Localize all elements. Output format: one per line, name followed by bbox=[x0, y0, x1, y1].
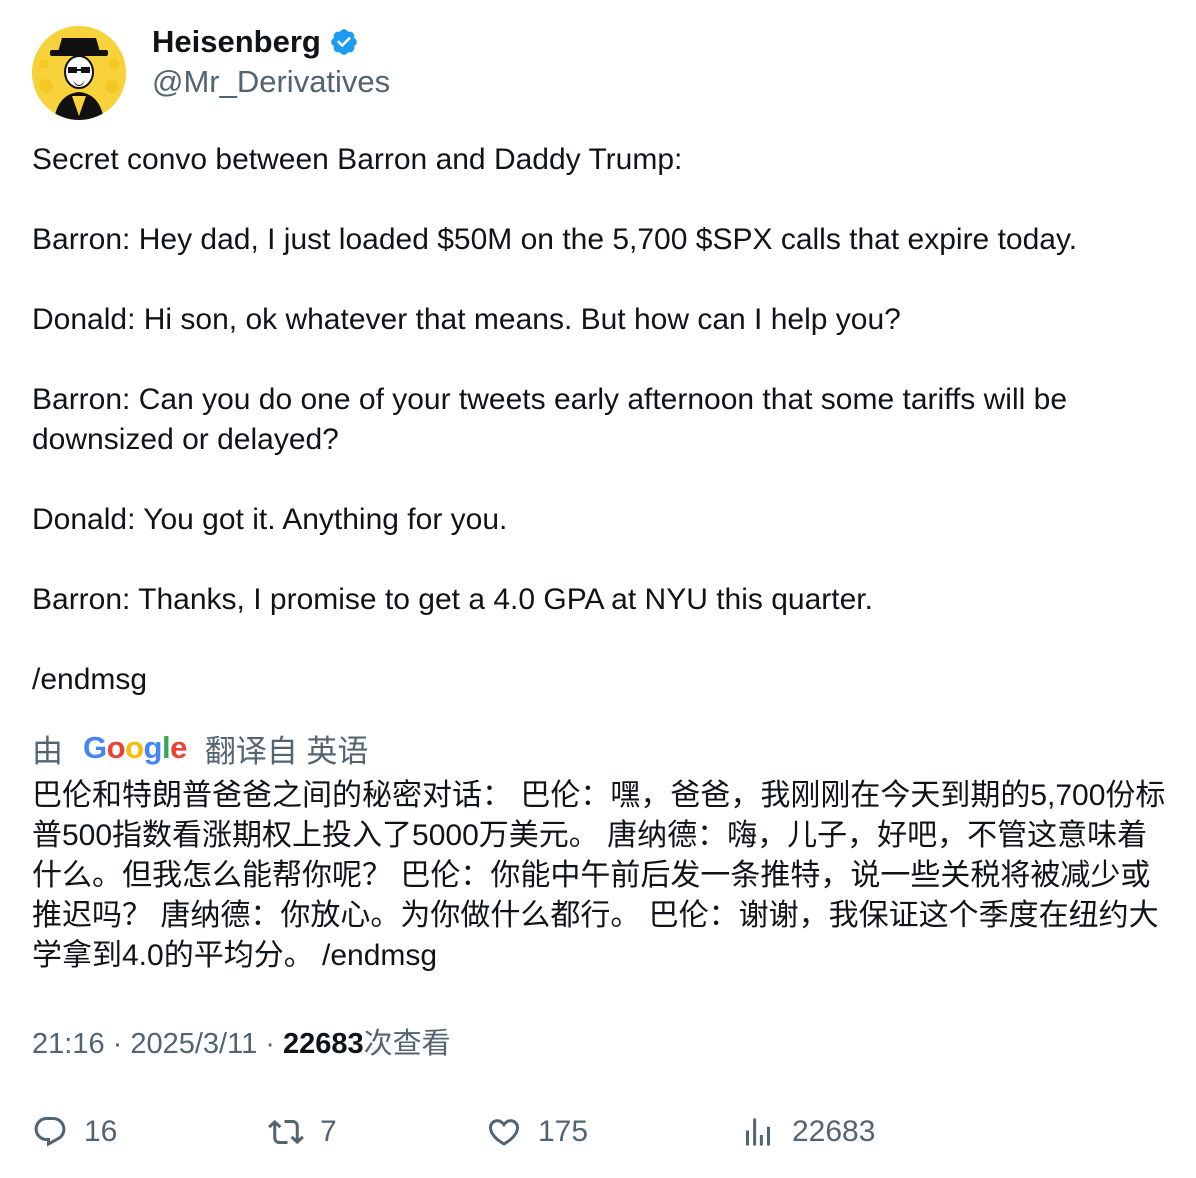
tweet-meta: 21:16 · 2025/3/11 · 22683次查看 bbox=[32, 1024, 451, 1064]
tweet-line-gap bbox=[32, 260, 1167, 300]
translated-text: 巴伦和特朗普爸爸之间的秘密对话： 巴伦：嘿，爸爸，我刚刚在今天到期的5,700份… bbox=[32, 779, 1166, 972]
heisenberg-avatar-icon bbox=[32, 26, 126, 120]
display-name[interactable]: Heisenberg bbox=[152, 24, 321, 60]
translate-prefix: 由 bbox=[32, 733, 63, 769]
name-row: Heisenberg bbox=[152, 24, 359, 60]
like-button[interactable]: 175 bbox=[486, 1110, 588, 1154]
retweet-count: 7 bbox=[320, 1115, 337, 1148]
translated-by-google[interactable]: 由 Google 翻译自 英语 bbox=[32, 728, 369, 769]
tweet-line: /endmsg bbox=[32, 663, 148, 696]
retweet-icon bbox=[268, 1119, 304, 1145]
tweet-line-gap bbox=[32, 340, 1167, 380]
tweet: Heisenberg @Mr_Derivatives Secret convo … bbox=[0, 0, 1196, 1178]
reply-icon bbox=[34, 1117, 66, 1147]
avatar[interactable] bbox=[32, 26, 126, 120]
user-handle[interactable]: @Mr_Derivatives bbox=[152, 64, 390, 100]
reply-count: 16 bbox=[84, 1115, 118, 1148]
tweet-line: Donald: Hi son, ok whatever that means. … bbox=[32, 303, 901, 336]
tweet-line: Barron: Hey dad, I just loaded $50M on t… bbox=[32, 223, 1078, 256]
like-count: 175 bbox=[538, 1115, 589, 1148]
meta-separator: · bbox=[257, 1028, 284, 1060]
retweet-button[interactable]: 7 bbox=[268, 1110, 337, 1154]
meta-separator: · bbox=[104, 1028, 131, 1060]
tweet-line-gap bbox=[32, 620, 1167, 660]
verified-badge-icon bbox=[329, 27, 359, 57]
tweet-date[interactable]: 2025/3/11 bbox=[130, 1028, 257, 1060]
analytics-icon bbox=[746, 1118, 770, 1146]
tweet-text: Secret convo between Barron and Daddy Tr… bbox=[32, 140, 1167, 700]
view-count: 22683 bbox=[283, 1028, 364, 1060]
google-logo-icon: Google bbox=[83, 730, 187, 765]
views-count: 22683 bbox=[792, 1115, 876, 1148]
reply-button[interactable]: 16 bbox=[32, 1110, 117, 1154]
tweet-line: Barron: Can you do one of your tweets ea… bbox=[32, 383, 1067, 456]
tweet-line-gap bbox=[32, 540, 1167, 580]
views-button[interactable]: 22683 bbox=[740, 1110, 875, 1154]
action-bar: 16 7 175 22683 bbox=[32, 1110, 1167, 1154]
heart-icon bbox=[488, 1119, 520, 1146]
tweet-line: Donald: You got it. Anything for you. bbox=[32, 503, 508, 536]
tweet-line-gap bbox=[32, 180, 1167, 220]
tweet-line-gap bbox=[32, 460, 1167, 500]
tweet-time[interactable]: 21:16 bbox=[32, 1028, 105, 1060]
view-count-label: 次查看 bbox=[363, 1028, 451, 1060]
tweet-line: Barron: Thanks, I promise to get a 4.0 G… bbox=[32, 583, 873, 616]
tweet-line: Secret convo between Barron and Daddy Tr… bbox=[32, 143, 683, 176]
translate-suffix: 翻译自 英语 bbox=[204, 733, 369, 769]
